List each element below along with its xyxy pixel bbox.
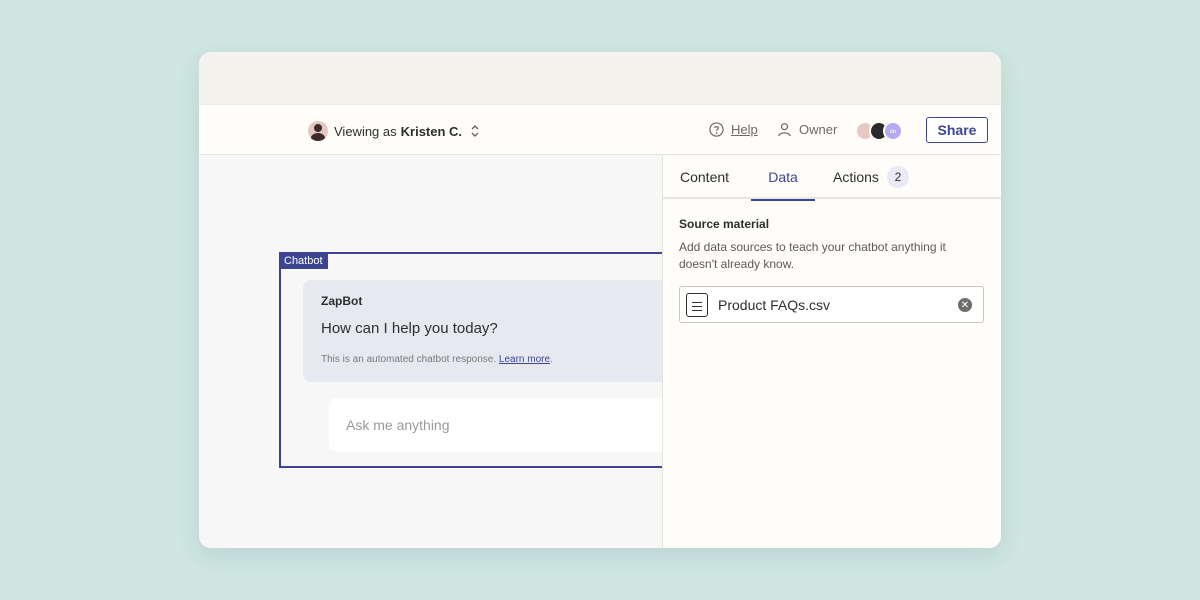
help-label: Help bbox=[731, 122, 758, 137]
header-bar: Viewing as Kristen C. Help Owner ∞ Share bbox=[199, 104, 1001, 155]
file-name: Product FAQs.csv bbox=[718, 296, 831, 313]
user-icon bbox=[778, 123, 791, 137]
viewing-as-selector[interactable]: Viewing as Kristen C. bbox=[308, 120, 480, 142]
learn-more-link[interactable]: Learn more bbox=[499, 354, 550, 365]
chatbot-tag: Chatbot bbox=[279, 252, 328, 269]
viewing-as-label: Viewing as bbox=[334, 123, 397, 139]
tab-data[interactable]: Data bbox=[751, 155, 815, 201]
chatbot-component-frame[interactable]: Chatbot ZapBot How can I help you today?… bbox=[279, 252, 729, 468]
team-icon: ∞ bbox=[883, 121, 903, 141]
tab-label: Actions bbox=[833, 169, 879, 185]
bot-name: ZapBot bbox=[321, 294, 363, 308]
tab-label: Data bbox=[768, 169, 798, 185]
editor-canvas: Chatbot ZapBot How can I help you today?… bbox=[199, 155, 729, 548]
bot-message: How can I help you today? bbox=[321, 320, 498, 337]
help-icon bbox=[709, 122, 724, 137]
share-button[interactable]: Share bbox=[926, 117, 988, 143]
chevron-updown-icon bbox=[471, 125, 479, 137]
disclaimer-text: This is an automated chatbot response. bbox=[321, 354, 497, 365]
bot-message-bubble: ZapBot How can I help you today? This is… bbox=[303, 280, 703, 382]
remove-file-icon[interactable]: ✕ bbox=[958, 298, 972, 312]
tab-label: Content bbox=[680, 169, 730, 185]
viewing-as-name: Kristen C. bbox=[400, 123, 463, 139]
section-description: Add data sources to teach your chatbot a… bbox=[679, 240, 946, 271]
collaborator-avatars[interactable]: ∞ bbox=[855, 121, 903, 141]
bot-disclaimer: This is an automated chatbot response. L… bbox=[321, 354, 553, 365]
app-window: Viewing as Kristen C. Help Owner ∞ Share… bbox=[199, 52, 1001, 548]
owner-label: Owner bbox=[799, 122, 838, 137]
document-icon bbox=[686, 292, 708, 317]
panel-tabs: Content Data Actions 2 bbox=[663, 155, 1001, 201]
section-title: Source material bbox=[679, 217, 770, 231]
settings-panel: Content Data Actions 2 Source material A… bbox=[662, 155, 1001, 548]
window-topbar bbox=[199, 52, 1001, 104]
owner-role: Owner bbox=[777, 122, 837, 137]
avatar bbox=[308, 121, 328, 141]
help-link[interactable]: Help bbox=[709, 122, 758, 137]
tab-content[interactable]: Content bbox=[680, 155, 729, 199]
data-source-file[interactable]: Product FAQs.csv ✕ bbox=[679, 286, 984, 323]
tab-actions[interactable]: Actions 2 bbox=[833, 155, 909, 199]
disclaimer-period: . bbox=[550, 354, 553, 365]
count-badge: 2 bbox=[886, 166, 909, 188]
